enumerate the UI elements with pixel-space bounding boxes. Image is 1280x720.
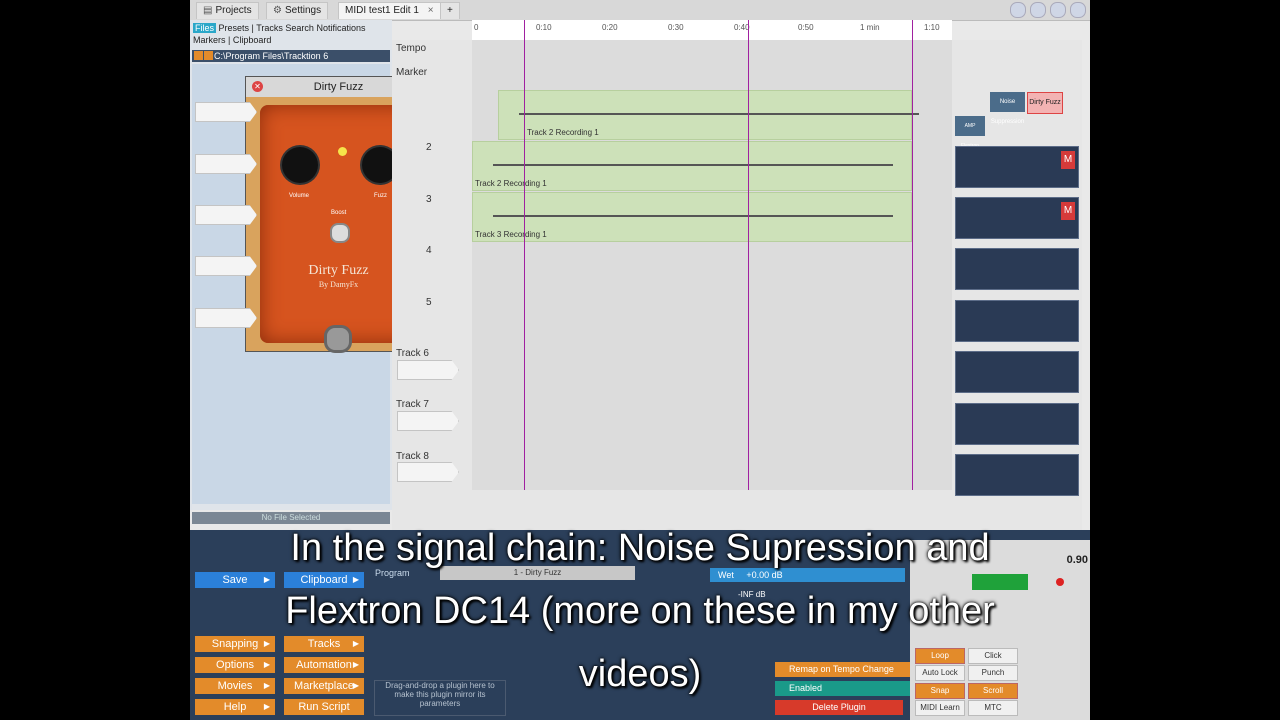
volume-knob[interactable]	[282, 147, 318, 183]
close-icon[interactable]: ✕	[252, 81, 263, 92]
boost-label: Boost	[331, 210, 347, 216]
track-header[interactable]	[195, 205, 257, 225]
boost-switch[interactable]	[330, 223, 350, 243]
tab-edit[interactable]: MIDI test1 Edit 1 ×	[338, 2, 441, 19]
help-icon[interactable]	[1070, 2, 1086, 18]
tick-label: 1:10	[924, 23, 940, 32]
marker-track-label: Marker	[396, 67, 428, 78]
tab-settings-label: Settings	[284, 5, 322, 16]
track-mixer[interactable]	[955, 403, 1079, 445]
subtab-presets[interactable]: Presets	[219, 23, 250, 33]
track-mixer[interactable]: M	[955, 197, 1079, 239]
add-tab-button[interactable]: +	[440, 2, 460, 19]
gear-icon: ⚙	[273, 5, 282, 16]
track-number: 2	[426, 142, 432, 153]
track-number: 4	[426, 245, 432, 256]
track-number: 3	[426, 194, 432, 205]
plugin-rack: Noise Suppression Dirty Fuzz AMP Flextro…	[945, 90, 1079, 500]
caption-line-3: videos)	[578, 653, 702, 695]
footswitch-button[interactable]	[324, 325, 352, 353]
browser-subtabs: Files Presets | Tracks Search Notificati…	[193, 23, 366, 45]
track-mixer[interactable]	[955, 248, 1079, 290]
track-header[interactable]	[397, 462, 459, 482]
close-icon[interactable]: ×	[428, 5, 434, 16]
loop-end-marker[interactable]	[912, 20, 913, 490]
track-header[interactable]	[397, 411, 459, 431]
tick-label: 0:50	[798, 23, 814, 32]
track-name: Track 6	[396, 348, 429, 359]
track-grid[interactable]: Track 2 Recording 1 Track 2 Recording 1 …	[472, 40, 952, 490]
audio-clip[interactable]: Track 3 Recording 1	[472, 192, 912, 242]
loop-start-marker[interactable]	[524, 20, 525, 490]
record-icon[interactable]	[1030, 2, 1046, 18]
tick-label: 0:30	[668, 23, 684, 32]
tab-settings[interactable]: ⚙ Settings	[266, 2, 329, 19]
waveform	[493, 215, 893, 217]
mute-button[interactable]: M	[1061, 151, 1075, 169]
amp-plugin[interactable]: AMP Flextron	[955, 116, 985, 149]
track-name: Track 7	[396, 399, 429, 410]
tab-projects-label: Projects	[215, 5, 252, 16]
track-number: 5	[426, 297, 432, 308]
path-text: C:\Program Files\Tracktion 6	[214, 51, 329, 61]
fuzz-label: Fuzz	[374, 193, 388, 199]
plugin-title: Dirty Fuzz	[313, 81, 364, 93]
timeline-ruler[interactable]: 0 0:10 0:20 0:30 0:40 0:50 1 min 1:10	[472, 20, 952, 41]
tick-label: 0:10	[536, 23, 552, 32]
subtab-markers[interactable]: Markers	[193, 35, 226, 45]
mute-button[interactable]: M	[1061, 202, 1075, 220]
audio-clip[interactable]: Track 2 Recording 1	[498, 90, 919, 140]
track-header[interactable]	[195, 308, 257, 328]
cpu-meter-icon	[1010, 2, 1026, 18]
clip-name: Track 2 Recording 1	[475, 179, 547, 188]
clip-name: Track 2 Recording 1	[527, 128, 599, 137]
subtab-search[interactable]: Search	[285, 23, 314, 33]
track-header[interactable]	[195, 154, 257, 174]
subtab-notifications[interactable]: Notifications	[316, 23, 365, 33]
led-indicator	[338, 147, 347, 156]
tick-label: 0:20	[602, 23, 618, 32]
waveform	[493, 164, 893, 166]
volume-label: Volume	[289, 193, 310, 199]
tempo-track-label: Tempo	[396, 43, 427, 54]
playhead[interactable]	[748, 20, 749, 490]
waveform	[519, 113, 919, 115]
tab-bar: ▤ Projects ⚙ Settings MIDI test1 Edit 1 × …	[190, 0, 1090, 21]
caption-line-2: Flextron DC14 (more on these in my other	[285, 590, 995, 632]
tick-label: 0	[474, 23, 479, 32]
track-mixer[interactable]	[955, 454, 1079, 496]
subtab-files[interactable]: Files	[193, 23, 217, 33]
track-header[interactable]	[195, 102, 257, 122]
clock-icon[interactable]	[1050, 2, 1066, 18]
path-back-button[interactable]	[194, 51, 203, 60]
audio-clip[interactable]: Track 2 Recording 1	[472, 141, 912, 191]
clip-name: Track 3 Recording 1	[475, 230, 547, 239]
path-bar[interactable]: C:\Program Files\Tracktion 6	[192, 50, 390, 62]
track-header[interactable]	[195, 256, 257, 276]
track-mixer[interactable]: M	[955, 146, 1079, 188]
track-header[interactable]	[397, 360, 459, 380]
noise-suppression-plugin[interactable]: Noise Suppression	[990, 92, 1025, 125]
dirty-fuzz-plugin[interactable]: Dirty Fuzz	[1027, 92, 1063, 114]
tab-edit-label: MIDI test1 Edit 1	[345, 5, 419, 16]
tab-projects[interactable]: ▤ Projects	[196, 2, 259, 19]
folder-icon: ▤	[203, 5, 213, 16]
track-name: Track 8	[396, 451, 429, 462]
subtab-clipboard[interactable]: Clipboard	[233, 35, 272, 45]
track-mixer[interactable]	[955, 300, 1079, 342]
tick-label: 1 min	[860, 23, 880, 32]
path-up-button[interactable]	[204, 51, 213, 60]
track-mixer[interactable]	[955, 351, 1079, 393]
subtab-tracks[interactable]: Tracks	[256, 23, 283, 33]
caption-line-1: In the signal chain: Noise Supression an…	[290, 527, 990, 569]
